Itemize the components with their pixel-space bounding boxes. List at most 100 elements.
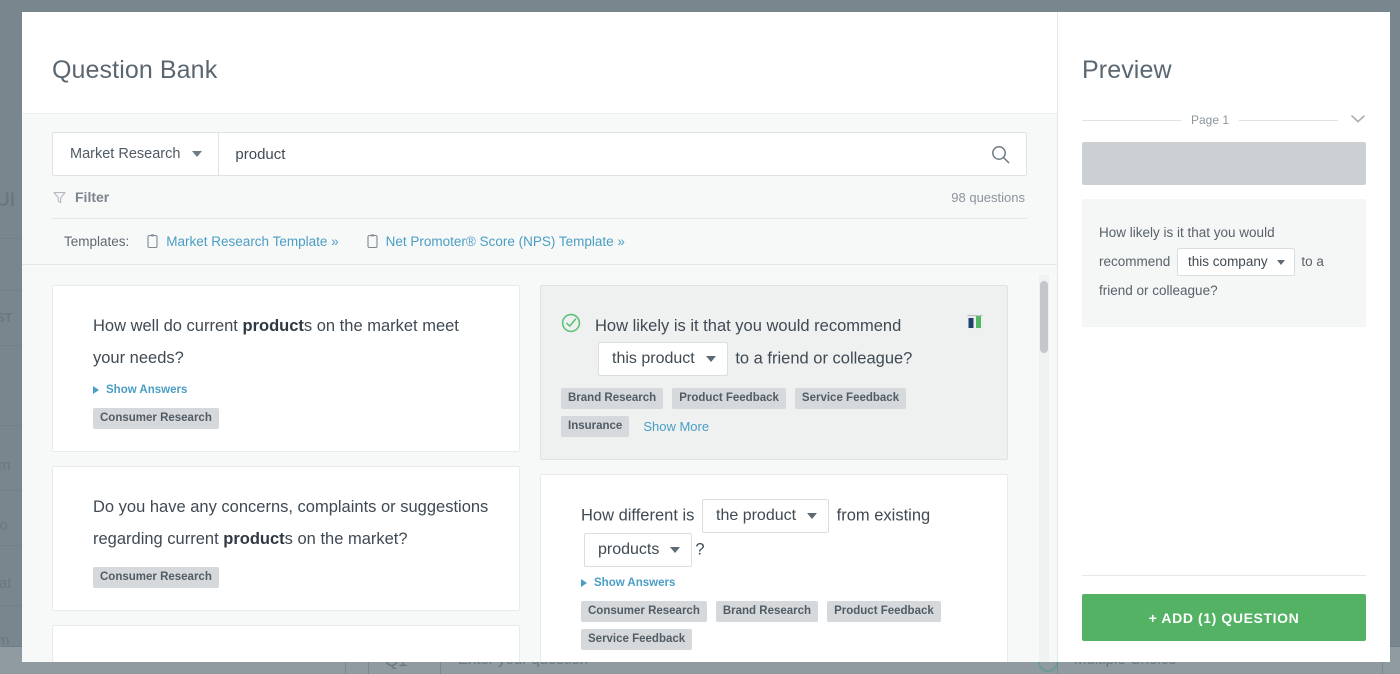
tag: Consumer Research — [93, 567, 219, 588]
check-circle-icon — [561, 313, 581, 333]
question-text: How well do current products on the mark… — [93, 310, 491, 374]
filter-button[interactable]: Filter — [53, 189, 109, 205]
template-link-nps[interactable]: Net Promoter® Score (NPS) Template » — [367, 234, 625, 249]
question-bank-pane: Question Bank Market Research product Fi… — [22, 12, 1057, 662]
search-input[interactable] — [235, 145, 974, 163]
preview-pane: Preview Page 1 How likely is it that you… — [1057, 12, 1390, 662]
chevron-down-icon — [1276, 259, 1285, 265]
question-text-part: to a friend or colleague? — [735, 349, 913, 368]
template-link-market-research[interactable]: Market Research Template » — [147, 234, 339, 249]
search-button[interactable] — [974, 133, 1026, 175]
bar-chart-icon — [966, 313, 984, 331]
bg-fragment: at — [0, 575, 12, 592]
document-icon — [367, 234, 378, 249]
tag: Service Feedback — [581, 629, 693, 650]
preview-title: Preview — [1082, 56, 1172, 84]
question-bank-modal: Question Bank Market Research product Fi… — [22, 12, 1390, 662]
question-text-part: from existing — [836, 506, 931, 525]
question-inline-dropdown[interactable]: products — [584, 533, 693, 567]
preview-text-part: recommend — [1099, 254, 1171, 269]
filter-label: Filter — [75, 189, 110, 205]
question-card[interactable] — [52, 625, 520, 662]
bg-fragment: m — [0, 457, 11, 474]
preview-text-part: How likely is it that you would — [1099, 225, 1275, 240]
preview-header-placeholder — [1082, 142, 1366, 185]
page-label: Page 1 — [1190, 113, 1230, 127]
tag-row: Consumer Research — [93, 567, 491, 588]
tag-row: Consumer Research Brand Research Product… — [581, 601, 979, 650]
add-question-button[interactable]: + ADD (1) QUESTION — [1082, 594, 1366, 641]
show-answers-label: Show Answers — [106, 384, 188, 396]
category-dropdown-label: Market Research — [70, 146, 181, 162]
bg-fragment: ST — [0, 310, 13, 325]
show-answers-label: Show Answers — [594, 577, 676, 589]
tag: Product Feedback — [827, 601, 941, 622]
results-column-left: How well do current products on the mark… — [52, 285, 520, 662]
show-more-link[interactable]: Show More — [643, 419, 709, 434]
tag: Insurance — [561, 416, 630, 437]
results-scrollbar[interactable] — [1039, 275, 1049, 662]
bg-divider — [0, 545, 22, 546]
results-column-right: How likely is it that you would recommen… — [540, 285, 1008, 662]
bg-divider — [0, 290, 22, 291]
category-dropdown[interactable]: Market Research — [53, 133, 220, 175]
results-scrollbar-thumb[interactable] — [1040, 281, 1048, 353]
preview-inline-dropdown[interactable]: this company — [1177, 248, 1295, 277]
question-text-part: How likely is it that you would recommen… — [595, 317, 902, 335]
chevron-down-icon — [670, 547, 681, 553]
question-text-highlight: product — [223, 530, 285, 548]
tag: Consumer Research — [581, 601, 707, 622]
rule-right — [1239, 119, 1339, 121]
question-card[interactable]: How different is the product from existi… — [540, 474, 1008, 662]
inline-dropdown-label: this product — [612, 350, 695, 367]
bg-divider — [0, 345, 22, 346]
question-card-selected[interactable]: How likely is it that you would recommen… — [540, 285, 1008, 460]
question-text: Do you have any concerns, complaints or … — [93, 491, 491, 555]
chevron-down-icon — [1351, 115, 1365, 123]
bg-divider — [0, 238, 22, 239]
bg-fragment: UI — [0, 190, 15, 211]
question-text-part: s on the market? — [284, 530, 408, 548]
template-link-label: Market Research Template » — [166, 234, 339, 249]
rule-left — [1082, 119, 1181, 121]
document-icon — [147, 234, 158, 249]
inline-dropdown-label: products — [598, 541, 660, 558]
templates-label: Templates: — [64, 234, 130, 249]
show-answers-toggle[interactable]: Show Answers — [93, 384, 491, 396]
bg-divider — [0, 605, 22, 606]
bg-fragment: io — [0, 517, 8, 534]
question-inline-dropdown[interactable]: this product — [598, 342, 728, 376]
inline-dropdown-label: the product — [716, 507, 797, 524]
question-inline-dropdown[interactable]: the product — [702, 499, 830, 533]
page-collapse-toggle[interactable] — [1350, 111, 1366, 129]
show-answers-toggle[interactable]: Show Answers — [581, 577, 979, 589]
preview-question-card[interactable]: How likely is it that you would recommen… — [1082, 199, 1366, 328]
inline-dropdown-label: this company — [1188, 254, 1268, 270]
search-icon — [991, 145, 1009, 163]
footer-divider — [1082, 575, 1366, 576]
page-selector-row: Page 1 — [1082, 111, 1366, 129]
search-section: Market Research product Filter 98 questi… — [22, 113, 1057, 265]
chevron-down-icon — [705, 356, 716, 362]
tag: Product Feedback — [672, 388, 786, 409]
question-count: 98 questions — [951, 189, 1025, 205]
question-text-part: How different is — [581, 506, 695, 525]
tag-row: Consumer Research — [93, 408, 491, 429]
bg-divider — [0, 425, 22, 426]
triangle-right-icon — [93, 386, 99, 394]
tag: Service Feedback — [794, 388, 907, 409]
question-text: How different is the product from existi… — [581, 499, 979, 567]
chevron-down-icon — [807, 513, 818, 519]
tag-row: Brand Research Product Feedback Service … — [561, 388, 979, 437]
tag: Consumer Research — [93, 408, 219, 429]
template-link-label: Net Promoter® Score (NPS) Template » — [385, 234, 625, 249]
question-text-highlight: product — [242, 317, 304, 335]
page-title: Question Bank — [52, 56, 218, 84]
question-text-part: How well do current — [93, 317, 243, 335]
templates-row: Templates: Market Research Template » Ne… — [52, 219, 1027, 264]
chevron-down-icon — [192, 151, 203, 157]
question-text: How likely is it that you would recommen… — [561, 310, 979, 376]
question-card[interactable]: How well do current products on the mark… — [52, 285, 520, 452]
question-card[interactable]: Do you have any concerns, complaints or … — [52, 466, 520, 611]
tag: Brand Research — [561, 388, 664, 409]
